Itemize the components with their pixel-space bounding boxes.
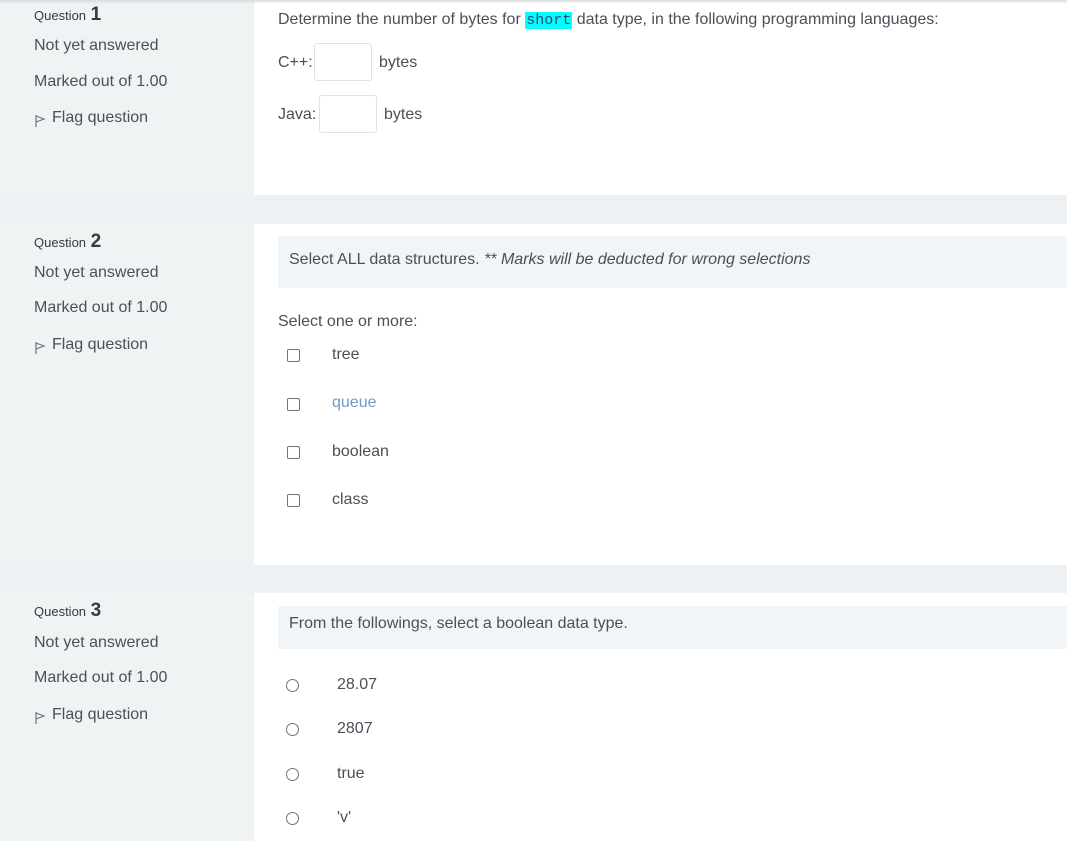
option-label[interactable]: queue: [332, 394, 377, 412]
question-state: Not yet answered: [34, 264, 159, 281]
question-text-box: Select ALL data structures. ** Marks wil…: [278, 236, 1067, 288]
question-content: Determine the number of bytes for short …: [254, 0, 1067, 195]
question-label: Question: [34, 604, 87, 619]
question-info: Question 2 Not yet answered Marked out o…: [0, 224, 254, 565]
radio-option-1[interactable]: [286, 679, 299, 692]
question-marks: Marked out of 1.00: [34, 73, 168, 90]
question-label: Question: [34, 8, 87, 23]
cpp-label: C++:: [278, 54, 313, 71]
flag-icon: [35, 342, 46, 354]
flag-icon: [35, 712, 46, 724]
question-info: Question 1 Not yet answered Marked out o…: [0, 0, 254, 195]
radio-option-2[interactable]: [286, 723, 299, 736]
flag-icon: [35, 115, 46, 127]
checkbox-class[interactable]: [287, 494, 300, 507]
radio-option-4[interactable]: [286, 812, 299, 825]
radio-option-3[interactable]: [286, 768, 299, 781]
text-part: Select ALL data structures.: [289, 251, 485, 268]
java-label: Java:: [278, 106, 317, 123]
option-label[interactable]: 2807: [337, 720, 373, 738]
flag-question-link[interactable]: Flag question: [34, 705, 148, 725]
option-label[interactable]: 'v': [337, 809, 351, 827]
checkbox-queue[interactable]: [287, 398, 300, 411]
option-label[interactable]: tree: [332, 346, 360, 364]
cpp-bytes-input[interactable]: [314, 43, 372, 81]
question-text: Determine the number of bytes for short …: [278, 11, 939, 29]
question-marks: Marked out of 1.00: [34, 299, 168, 316]
question-content: Select ALL data structures. ** Marks wil…: [254, 224, 1067, 565]
question-number-value: 3: [90, 600, 102, 621]
cpp-unit: bytes: [379, 54, 418, 71]
text-part: Determine the number of bytes for: [278, 11, 526, 28]
question-number: Question 2: [34, 231, 101, 253]
separator: [254, 565, 1067, 593]
flag-label: Flag question: [52, 336, 149, 353]
question-text: Select ALL data structures. ** Marks wil…: [289, 251, 810, 269]
java-unit: bytes: [384, 106, 423, 123]
question-state: Not yet answered: [34, 634, 159, 651]
flag-label: Flag question: [52, 706, 149, 723]
question-number: Question 3: [34, 600, 101, 622]
question-content: From the followings, select a boolean da…: [254, 593, 1067, 841]
option-label[interactable]: true: [337, 765, 365, 783]
question-text: From the followings, select a boolean da…: [289, 615, 628, 632]
question-info: Question 3 Not yet answered Marked out o…: [0, 593, 254, 841]
question-2: Question 2 Not yet answered Marked out o…: [0, 224, 1067, 565]
option-label[interactable]: 28.07: [337, 676, 377, 694]
warning-text: ** Marks will be deducted for wrong sele…: [484, 251, 811, 268]
java-bytes-input[interactable]: [319, 95, 377, 133]
checkbox-tree[interactable]: [287, 349, 300, 362]
question-1: Question 1 Not yet answered Marked out o…: [0, 0, 1067, 195]
question-number-value: 2: [90, 231, 102, 252]
question-text-box: From the followings, select a boolean da…: [278, 606, 1067, 649]
select-prompt: Select one or more:: [278, 313, 418, 330]
question-number: Question 1: [34, 4, 101, 26]
question-3: Question 3 Not yet answered Marked out o…: [0, 593, 1067, 841]
question-label: Question: [34, 235, 87, 250]
text-part: data type, in the following programming …: [572, 11, 939, 28]
question-marks: Marked out of 1.00: [34, 669, 168, 686]
option-label[interactable]: boolean: [332, 443, 389, 461]
flag-question-link[interactable]: Flag question: [34, 335, 148, 355]
option-label[interactable]: class: [332, 491, 368, 509]
flag-label: Flag question: [52, 109, 149, 126]
checkbox-boolean[interactable]: [287, 446, 300, 459]
flag-question-link[interactable]: Flag question: [34, 108, 148, 128]
question-state: Not yet answered: [34, 37, 159, 54]
question-number-value: 1: [90, 4, 102, 25]
top-shadow: [0, 0, 1067, 4]
separator: [254, 195, 1067, 224]
code-highlight: short: [525, 12, 573, 29]
